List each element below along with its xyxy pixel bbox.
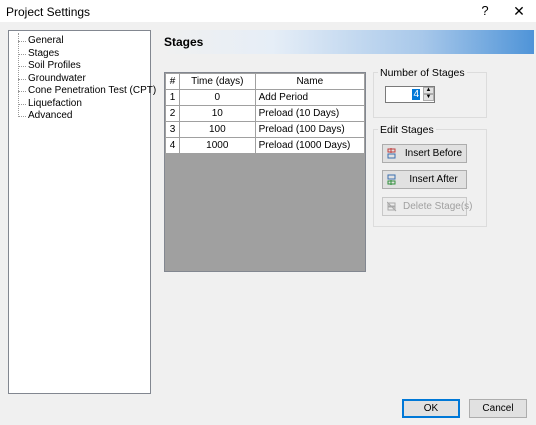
- col-header-time[interactable]: Time (days): [178, 73, 256, 90]
- col-header-name[interactable]: Name: [254, 73, 366, 90]
- table-header-row: # Time (days) Name: [165, 73, 366, 90]
- cell-time[interactable]: 10: [178, 105, 256, 122]
- stages-grid[interactable]: # Time (days) Name 1 0 Add Period 2 10 P…: [164, 72, 366, 272]
- table-row[interactable]: 4 1000 Preload (1000 Days): [165, 137, 366, 154]
- tree-item-soil-profiles[interactable]: Soil Profiles: [9, 60, 150, 73]
- spin-down-icon[interactable]: ▼: [423, 94, 434, 101]
- close-button[interactable]: ✕: [506, 1, 532, 21]
- cancel-button[interactable]: Cancel: [469, 399, 527, 418]
- section-header: Stages: [160, 30, 534, 54]
- number-of-stages-spinner[interactable]: 4 ▲ ▼: [385, 86, 435, 103]
- settings-tree: General Stages Soil Profiles Groundwater…: [8, 30, 156, 394]
- insert-before-icon: [387, 148, 396, 159]
- edit-stages-label: Edit Stages: [378, 124, 436, 136]
- cell-time[interactable]: 100: [178, 121, 256, 138]
- window-title: Project Settings: [6, 5, 91, 19]
- title-bar: Project Settings ? ✕: [0, 0, 536, 22]
- delete-stage-button[interactable]: Delete Stage(s): [382, 197, 473, 216]
- cell-name[interactable]: Add Period: [254, 89, 366, 106]
- tree-item-general[interactable]: General: [9, 35, 150, 48]
- row-index: 3: [165, 121, 180, 138]
- cell-name[interactable]: Preload (1000 Days): [254, 137, 366, 154]
- table-row[interactable]: 2 10 Preload (10 Days): [165, 105, 366, 122]
- insert-before-label: Insert Before: [404, 148, 463, 159]
- row-index: 4: [165, 137, 180, 154]
- tree-item-liquefaction[interactable]: Liquefaction: [9, 98, 150, 111]
- delete-stage-label: Delete Stage(s): [403, 201, 473, 212]
- insert-after-button[interactable]: Insert After: [382, 170, 467, 189]
- tree-item-stages[interactable]: Stages: [9, 48, 150, 61]
- number-of-stages-value[interactable]: 4: [412, 89, 420, 100]
- table-row[interactable]: 3 100 Preload (100 Days): [165, 121, 366, 138]
- row-index: 2: [165, 105, 180, 122]
- tree-item-advanced[interactable]: Advanced: [9, 110, 150, 123]
- insert-before-button[interactable]: Insert Before: [382, 144, 467, 163]
- table-row[interactable]: 1 0 Add Period: [165, 89, 366, 106]
- spin-up-icon[interactable]: ▲: [423, 87, 434, 94]
- col-header-index: #: [165, 73, 180, 90]
- delete-stage-icon: [387, 201, 397, 212]
- ok-button[interactable]: OK: [402, 399, 460, 418]
- stages-table: # Time (days) Name 1 0 Add Period 2 10 P…: [165, 73, 366, 154]
- insert-after-icon: [387, 174, 396, 185]
- tree-item-groundwater[interactable]: Groundwater: [9, 73, 150, 86]
- insert-after-label: Insert After: [409, 174, 458, 185]
- cell-time[interactable]: 1000: [178, 137, 256, 154]
- section-title: Stages: [164, 35, 204, 49]
- number-of-stages-label: Number of Stages: [378, 67, 467, 79]
- cell-name[interactable]: Preload (100 Days): [254, 121, 366, 138]
- cell-name[interactable]: Preload (10 Days): [254, 105, 366, 122]
- row-index: 1: [165, 89, 180, 106]
- cell-time[interactable]: 0: [178, 89, 256, 106]
- help-button[interactable]: ?: [474, 1, 496, 21]
- tree-item-cpt[interactable]: Cone Penetration Test (CPT): [9, 85, 156, 98]
